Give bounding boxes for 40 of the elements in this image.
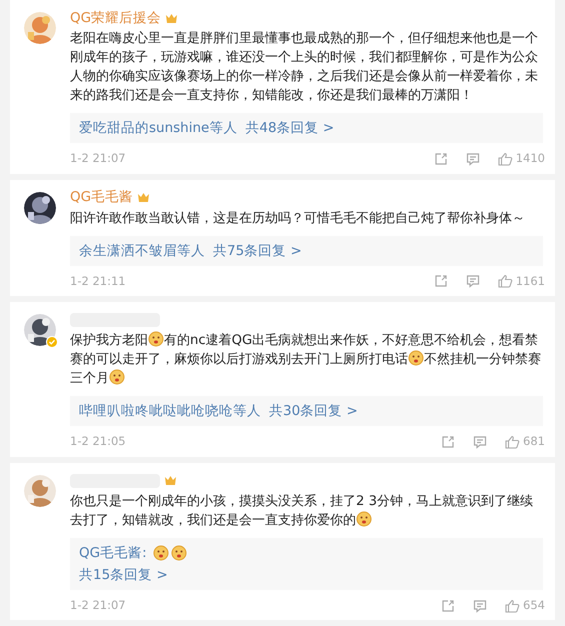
comment-icon[interactable] xyxy=(473,598,488,613)
emoji-icon xyxy=(356,510,372,526)
share-icon[interactable] xyxy=(441,598,456,613)
reply-names[interactable]: 哔哩叭啦咚呲哒呲呛哓呛等人 xyxy=(79,401,261,422)
reply-count-link[interactable]: 共15条回复 > xyxy=(79,564,168,585)
reply-names[interactable]: 余生潇洒不皱眉等人 xyxy=(79,240,205,261)
user-name[interactable]: QG毛毛酱 xyxy=(70,187,134,208)
comment-text: 老阳在嗨皮心里一直是胖胖们里最懂事也最成熟的那一个，但仔细想来他也是一个刚成年的孩子，玩游戏嘛，谁还没一个上头的时候，我们都理解你，可是作为公众人物的你确实应该像赛场上的你一样冷静，之后我们还是会像从前一样爱着你，未来的路我们还是会一直支持你，知错能改，你还是我们最棒的万潇阳！ xyxy=(70,30,539,105)
thumbs-up-icon[interactable] xyxy=(498,152,513,166)
share-icon[interactable] xyxy=(434,152,448,166)
reply-names[interactable]: 爱吃甜品的sunshine等人 xyxy=(79,118,238,138)
comment-time: 1-2 21:07 xyxy=(70,150,127,168)
emoji-icon xyxy=(408,350,424,366)
user-name[interactable]: QG荣耀后援会 xyxy=(70,8,162,28)
reply-count-link[interactable]: 共48条回复 > xyxy=(245,118,334,138)
comment-text: 你也只是一个刚成年的小孩，摸摸头没关系，挂了2 3分钟，马上就意识到了继续去打了，知错就改，我们还是会一直支持你爱你的 xyxy=(70,492,534,530)
thumbs-up-icon[interactable] xyxy=(498,274,513,288)
thumbs-up-icon[interactable] xyxy=(505,598,520,613)
comment-time: 1-2 21:11 xyxy=(70,272,127,290)
comment-icon[interactable] xyxy=(473,434,488,449)
reply-author[interactable]: QG毛毛酱: xyxy=(79,542,147,563)
like-count[interactable]: 654 xyxy=(523,597,545,614)
share-icon[interactable] xyxy=(441,434,456,449)
comment-icon[interactable] xyxy=(466,274,480,288)
like-count[interactable]: 1161 xyxy=(516,272,545,290)
emoji-icon xyxy=(148,331,164,347)
comment-icon[interactable] xyxy=(466,152,480,166)
like-count[interactable]: 681 xyxy=(523,433,545,450)
reply-count-link[interactable]: 共75条回复 > xyxy=(213,240,302,261)
reply-count-link[interactable]: 共30条回复 > xyxy=(269,401,358,422)
emoji-icon xyxy=(109,369,125,385)
share-icon[interactable] xyxy=(434,274,448,288)
comment-text: 阳许许敢作敢当敢认错，这是在历劫吗？可惜毛毛不能把自己炖了帮你补身体～ xyxy=(70,210,526,228)
comment-text: 保护我方老阳 有的nc逮着QG出毛病就想出来作妖，不好意思不给机会，想看禁赛的可以走开了，麻烦你以后打游戏别去开门上厕所打电话 不然挂机一分钟禁赛三个月 xyxy=(70,331,542,388)
thumbs-up-icon[interactable] xyxy=(505,434,520,449)
like-count[interactable]: 1410 xyxy=(516,150,545,168)
emoji-icon xyxy=(170,544,187,561)
comment-time: 1-2 21:05 xyxy=(70,433,127,450)
comment-time: 1-2 21:07 xyxy=(70,597,127,614)
emoji-icon xyxy=(152,544,169,561)
